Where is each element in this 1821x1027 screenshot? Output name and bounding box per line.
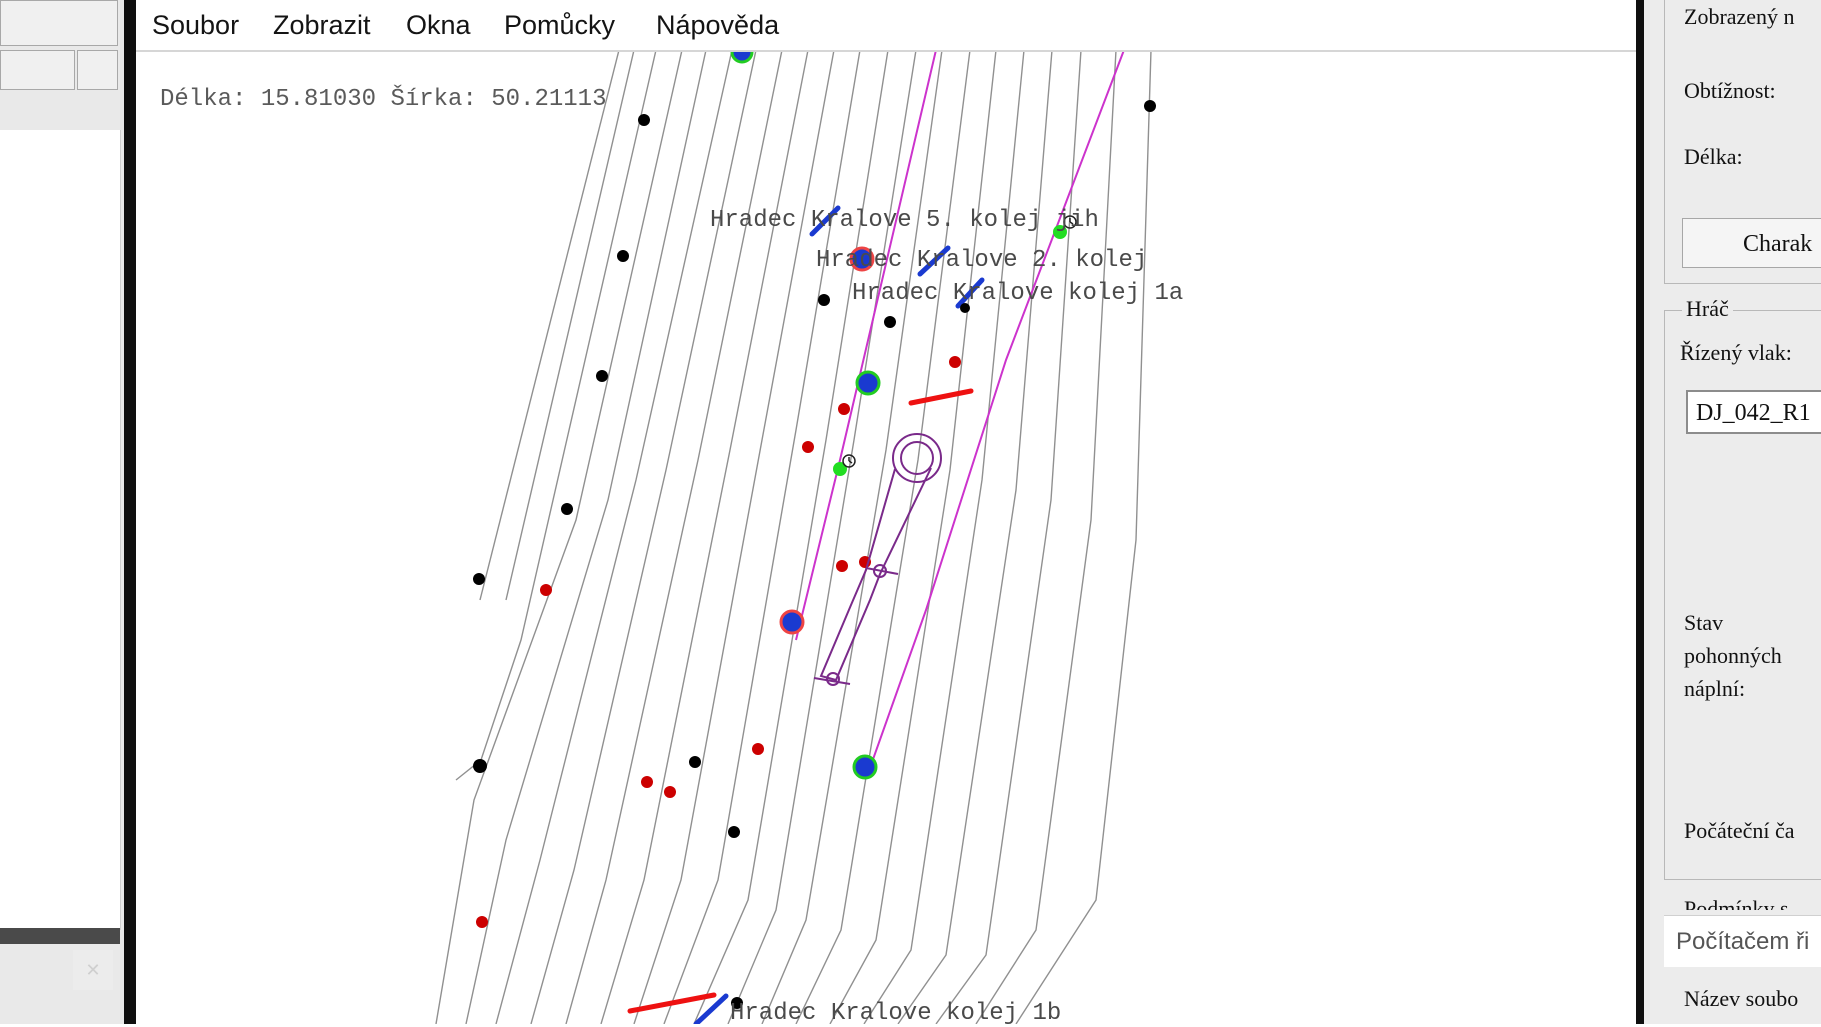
left-toolbar-button-3[interactable] xyxy=(77,50,118,90)
file-name-label: Název soubo xyxy=(1684,986,1799,1011)
difficulty-label: Obtížnost: xyxy=(1684,78,1776,103)
track-label-kolej-1b: Hradec Kralove kolej 1b xyxy=(730,1000,1062,1027)
fuel-state-label-3: náplní: xyxy=(1684,676,1746,701)
track-label-5-kolej-jih: Hradec Kralove 5. kolej jih xyxy=(710,207,1099,234)
track-label-kolej-1a: Hradec Kralove kolej 1a xyxy=(852,280,1184,307)
signal-markers xyxy=(627,205,985,1024)
length-label: Délka: xyxy=(1684,144,1743,169)
menu-pomucky[interactable]: Pomůcky xyxy=(504,10,615,41)
displayed-name-label: Zobrazený n xyxy=(1684,4,1795,29)
player-legend: Hráč xyxy=(1682,296,1733,322)
fuel-state-label-2: pohonných xyxy=(1684,643,1782,668)
computer-controlled-tab[interactable]: Počítačem ři xyxy=(1664,915,1821,967)
menu-napoveda[interactable]: Nápověda xyxy=(656,10,779,41)
left-list-area[interactable] xyxy=(0,130,121,930)
left-panel: ✕ xyxy=(0,0,124,1024)
panel-divider-left[interactable] xyxy=(124,0,136,1024)
coordinate-readout: Délka: 15.81030 Šírka: 50.21113 xyxy=(160,86,607,113)
panel-divider-right[interactable] xyxy=(1636,0,1644,1024)
conditions-label: Podmínky s xyxy=(1684,896,1789,910)
controlled-train-select[interactable]: DJ_042_R1 xyxy=(1686,390,1821,434)
fuel-state-label-1: Stav xyxy=(1684,610,1724,635)
menu-bar: Soubor Zobrazit Okna Pomůcky Nápověda xyxy=(136,0,1636,52)
menu-zobrazit[interactable]: Zobrazit xyxy=(273,10,371,41)
menu-soubor[interactable]: Soubor xyxy=(152,10,239,41)
left-toolbar-button-1[interactable] xyxy=(0,0,118,46)
characteristics-button[interactable]: Charak xyxy=(1682,218,1821,268)
start-time-label: Počáteční ča xyxy=(1684,818,1795,843)
track-lines xyxy=(435,52,1152,1024)
track-map[interactable] xyxy=(136,52,1636,1024)
menu-okna[interactable]: Okna xyxy=(406,10,471,41)
left-separator xyxy=(0,928,120,944)
right-panel: Zobrazený n Obtížnost: Délka: Charak Hrá… xyxy=(1644,0,1821,1024)
close-icon[interactable]: ✕ xyxy=(73,950,113,990)
track-label-2-kolej: Hradec Kralove 2. kolej xyxy=(816,247,1148,274)
main-window: Soubor Zobrazit Okna Pomůcky Nápověda Dé… xyxy=(136,0,1636,1027)
controlled-train-label: Řízený vlak: xyxy=(1680,340,1792,365)
left-toolbar-button-2[interactable] xyxy=(0,50,75,90)
